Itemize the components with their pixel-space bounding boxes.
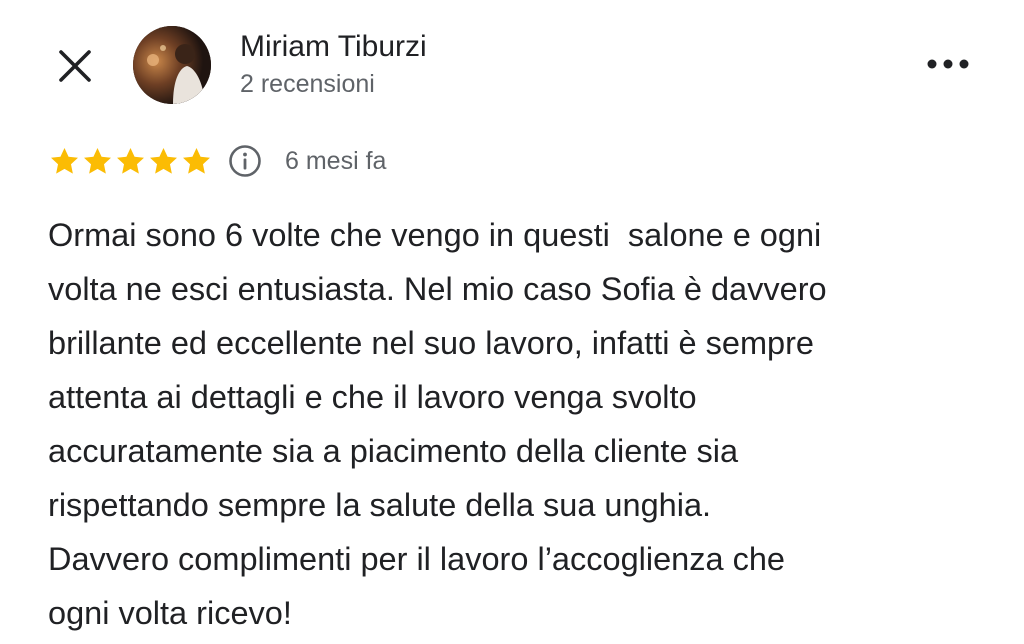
star-icon xyxy=(150,147,177,174)
avatar[interactable] xyxy=(133,26,211,104)
more-horizontal-icon xyxy=(927,59,969,69)
star-icon xyxy=(183,147,210,174)
star-rating xyxy=(48,145,213,178)
star-icon xyxy=(51,147,78,174)
close-icon xyxy=(59,50,91,82)
rating-row: 6 mesi fa xyxy=(48,141,386,181)
info-icon[interactable] xyxy=(227,143,263,179)
review-detail-page: Miriam Tiburzi 2 recensioni 6 mesi fa Or… xyxy=(0,0,1024,644)
more-options-button[interactable] xyxy=(920,46,976,82)
author-name[interactable]: Miriam Tiburzi xyxy=(240,29,427,65)
close-button[interactable] xyxy=(50,41,100,91)
review-time-ago: 6 mesi fa xyxy=(285,146,387,175)
author-reviews-count: 2 recensioni xyxy=(240,70,375,98)
star-icon xyxy=(84,147,111,174)
star-icon xyxy=(117,147,144,174)
review-text: Ormai sono 6 volte che vengo in questi s… xyxy=(48,217,827,631)
